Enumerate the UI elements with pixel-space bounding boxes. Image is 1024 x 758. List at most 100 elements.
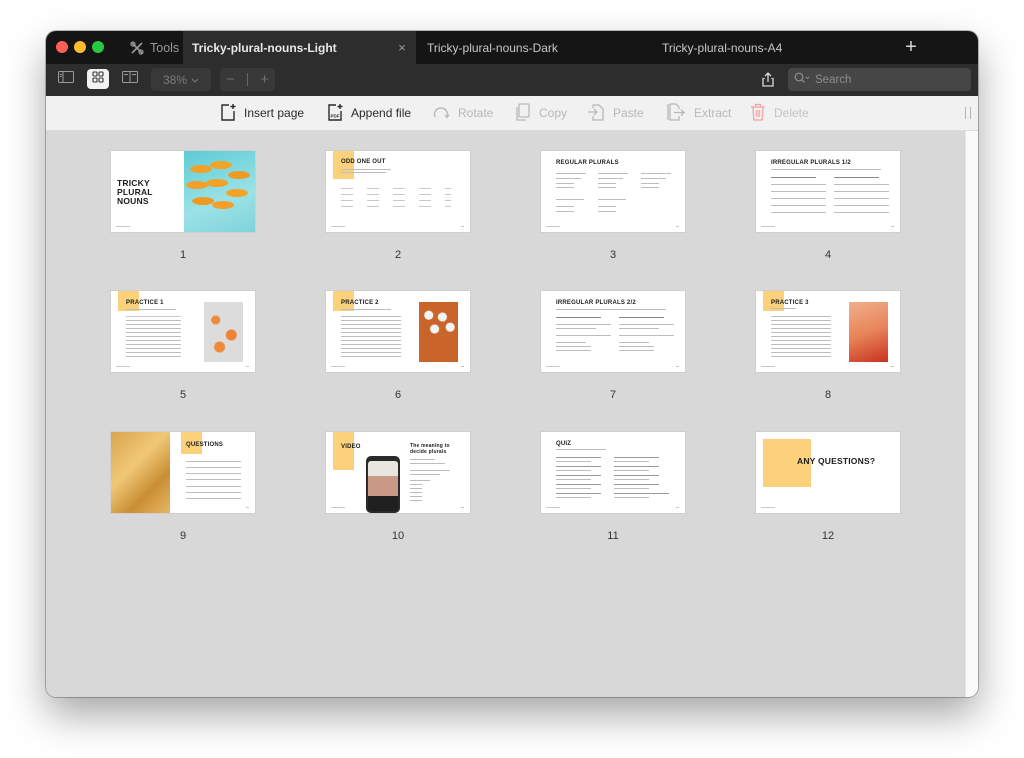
chevron-down-icon — [191, 73, 199, 87]
toolbar-resize-handle[interactable] — [965, 107, 971, 119]
slide-preview: ODD ONE OUT — [326, 151, 470, 232]
slide-preview: VIDEO The meaning to decide plurals — [326, 432, 470, 513]
page-number: 5 — [179, 389, 187, 401]
page-number: 9 — [179, 530, 187, 542]
append-file-button[interactable]: PDF Append file — [327, 96, 411, 130]
slide-title: ANY QUESTIONS? — [797, 456, 876, 466]
app-window: Tools Tricky-plural-nouns-Light × Tricky… — [46, 31, 978, 697]
trash-icon — [750, 103, 766, 124]
slide-preview: QUIZ — [541, 432, 685, 513]
insert-page-label: Insert page — [244, 106, 305, 120]
rotate-button[interactable]: Rotate — [432, 96, 493, 130]
paste-label: Paste — [613, 106, 644, 120]
append-pdf-icon: PDF — [327, 103, 343, 124]
page-number: 1 — [179, 249, 187, 261]
zoom-level-select[interactable]: 38% — [151, 68, 211, 91]
two-page-icon — [122, 70, 138, 88]
teeth-image — [419, 302, 458, 362]
tab-tricky-plural-nouns-a4[interactable]: Tricky-plural-nouns-A4 — [662, 31, 782, 64]
close-window-button[interactable] — [56, 41, 68, 53]
ribbon-image — [849, 302, 888, 362]
toolbar: 38% − + — [46, 64, 978, 96]
delete-button[interactable]: Delete — [750, 96, 809, 130]
slide-preview: PRACTICE 2 — [326, 291, 470, 372]
slide-preview: QUESTIONS — [111, 432, 255, 513]
paste-button[interactable]: Paste — [587, 96, 644, 130]
extract-button[interactable]: Extract — [666, 96, 731, 130]
share-icon — [758, 72, 778, 94]
share-button[interactable] — [758, 70, 778, 90]
video-phone-frame[interactable] — [366, 456, 400, 513]
sidebar-view-button[interactable] — [55, 69, 77, 89]
new-tab-button[interactable]: + — [899, 35, 923, 59]
slide-preview: PRACTICE 1 — [111, 291, 255, 372]
close-tab-icon[interactable]: × — [392, 40, 412, 55]
slide-title: ODD ONE OUT — [341, 159, 386, 165]
gummy-bears-image — [204, 302, 243, 362]
page-number: 8 — [824, 389, 832, 401]
slide-title: REGULAR PLURALS — [556, 160, 619, 166]
grid-view-button[interactable] — [87, 69, 109, 89]
page-number: 6 — [394, 389, 402, 401]
tab-tricky-plural-nouns-light[interactable]: Tricky-plural-nouns-Light × — [183, 31, 416, 64]
goldfish-image — [184, 151, 255, 232]
tab-label: Tricky-plural-nouns-A4 — [662, 40, 783, 55]
tools-icon — [130, 40, 144, 55]
slide-preview: IRREGULAR PLURALS 2/2 — [541, 291, 685, 372]
slide-title: PRACTICE 1 — [126, 300, 164, 306]
svg-text:PDF: PDF — [331, 113, 340, 118]
slide-title: PRACTICE 2 — [341, 300, 379, 306]
insert-page-button[interactable]: Insert page — [220, 96, 304, 130]
append-file-label: Append file — [351, 106, 412, 120]
page-number: 11 — [607, 530, 619, 542]
vertical-scrollbar[interactable] — [965, 131, 978, 697]
zoom-out-button[interactable]: − — [226, 71, 235, 88]
books-image — [111, 432, 170, 513]
page-number: 12 — [821, 530, 835, 542]
page-number: 4 — [824, 249, 832, 261]
copy-button[interactable]: Copy — [515, 96, 567, 130]
minimize-window-button[interactable] — [74, 41, 86, 53]
slide-subtitle: The meaning to decide plurals — [410, 443, 450, 455]
slide-preview: PRACTICE 3 — [756, 291, 900, 372]
two-page-view-button[interactable] — [119, 69, 141, 89]
tab-tricky-plural-nouns-dark[interactable]: Tricky-plural-nouns-Dark — [427, 31, 558, 64]
extract-icon — [666, 102, 686, 124]
grid-icon — [92, 70, 104, 88]
page-number: 7 — [609, 389, 617, 401]
tools-label: Tools — [150, 40, 180, 55]
rotate-label: Rotate — [458, 106, 494, 120]
tools-button[interactable]: Tools — [130, 31, 179, 64]
zoom-window-button[interactable] — [92, 41, 104, 53]
page-grid: TRICKY PLURAL NOUNS 1 ODD ONE OUT 2 REGU… — [46, 131, 965, 697]
slide-preview: REGULAR PLURALS — [541, 151, 685, 232]
delete-label: Delete — [774, 106, 809, 120]
page-actions-bar: Insert page PDF Append file Rotate Copy … — [46, 96, 978, 131]
tab-bar: Tools Tricky-plural-nouns-Light × Tricky… — [46, 31, 978, 64]
slide-title: VIDEO — [341, 444, 361, 450]
slide-title: QUESTIONS — [186, 442, 224, 448]
paste-icon — [587, 103, 605, 124]
zoom-stepper: − + — [220, 68, 275, 91]
rotate-icon — [432, 104, 450, 123]
tab-label: Tricky-plural-nouns-Light — [192, 40, 337, 55]
slide-title: QUIZ — [556, 441, 572, 447]
copy-label: Copy — [539, 106, 568, 120]
divider — [247, 73, 248, 86]
search-field[interactable] — [788, 68, 971, 91]
zoom-level-value: 38% — [162, 72, 188, 87]
page-number: 2 — [394, 249, 402, 261]
search-icon — [788, 72, 815, 87]
search-input[interactable] — [815, 73, 955, 86]
slide-preview: TRICKY PLURAL NOUNS — [111, 151, 255, 232]
page-number: 3 — [609, 249, 617, 261]
copy-icon — [515, 102, 531, 124]
slide-title: TRICKY PLURAL NOUNS — [117, 178, 153, 206]
slide-title: IRREGULAR PLURALS 1/2 — [771, 160, 851, 166]
extract-label: Extract — [694, 106, 732, 120]
slide-title: PRACTICE 3 — [771, 300, 809, 306]
insert-page-icon — [220, 103, 236, 124]
tab-label: Tricky-plural-nouns-Dark — [427, 40, 558, 55]
sidebar-icon — [58, 70, 74, 88]
zoom-in-button[interactable]: + — [260, 71, 269, 88]
